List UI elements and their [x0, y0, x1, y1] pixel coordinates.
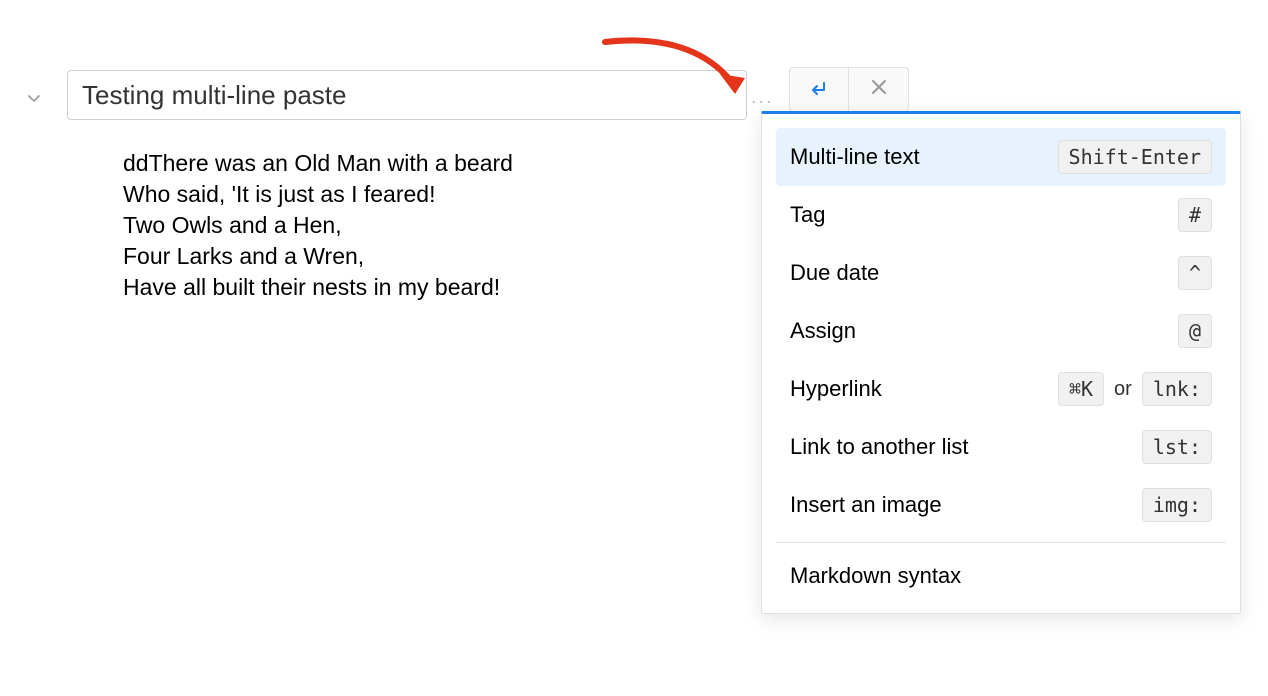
menu-label: Assign — [790, 318, 856, 344]
menu-label: Hyperlink — [790, 376, 882, 402]
menu-item-markdown-syntax[interactable]: Markdown syntax — [762, 543, 1240, 613]
menu-shortcut-group: # — [1178, 198, 1212, 232]
kbd-shortcut: lnk: — [1142, 372, 1212, 406]
menu-label: Tag — [790, 202, 825, 228]
menu-label: Due date — [790, 260, 879, 286]
more-actions-button[interactable]: ... — [751, 86, 774, 109]
menu-label: Link to another list — [790, 434, 969, 460]
kbd-shortcut: Shift-Enter — [1058, 140, 1212, 174]
menu-label: Multi-line text — [790, 144, 920, 170]
menu-shortcut-group: @ — [1178, 314, 1212, 348]
ellipsis-icon: ... — [751, 86, 774, 108]
menu-item-tag[interactable]: Tag # — [776, 186, 1226, 244]
kbd-shortcut: ^ — [1178, 256, 1212, 290]
shortcuts-list: Multi-line text Shift-Enter Tag # Due da… — [762, 114, 1240, 534]
menu-item-insert-image[interactable]: Insert an image img: — [776, 476, 1226, 534]
chevron-down-icon — [26, 90, 42, 106]
menu-shortcut-group: ^ — [1178, 256, 1212, 290]
kbd-shortcut: # — [1178, 198, 1212, 232]
or-separator: or — [1114, 378, 1132, 401]
title-input[interactable] — [82, 80, 732, 111]
menu-item-due-date[interactable]: Due date ^ — [776, 244, 1226, 302]
collapse-toggle[interactable] — [25, 89, 43, 107]
menu-label: Insert an image — [790, 492, 942, 518]
menu-shortcut-group: lst: — [1142, 430, 1212, 464]
note-body[interactable]: ddThere was an Old Man with a beard Who … — [123, 148, 513, 303]
menu-item-assign[interactable]: Assign @ — [776, 302, 1226, 360]
input-toolbar — [789, 67, 909, 112]
return-arrow-icon — [808, 79, 830, 101]
kbd-shortcut: ⌘K — [1058, 372, 1104, 406]
kbd-shortcut: img: — [1142, 488, 1212, 522]
title-input-wrap — [67, 70, 747, 120]
menu-item-hyperlink[interactable]: Hyperlink ⌘K or lnk: — [776, 360, 1226, 418]
menu-shortcut-group: img: — [1142, 488, 1212, 522]
close-icon — [870, 78, 888, 102]
menu-shortcut-group: Shift-Enter — [1058, 140, 1212, 174]
menu-item-link-to-list[interactable]: Link to another list lst: — [776, 418, 1226, 476]
multiline-toggle-button[interactable] — [789, 67, 849, 112]
shortcuts-panel: Multi-line text Shift-Enter Tag # Due da… — [761, 111, 1241, 614]
kbd-shortcut: lst: — [1142, 430, 1212, 464]
menu-shortcut-group: ⌘K or lnk: — [1058, 372, 1212, 406]
kbd-shortcut: @ — [1178, 314, 1212, 348]
close-button[interactable] — [849, 67, 909, 112]
menu-item-multiline-text[interactable]: Multi-line text Shift-Enter — [776, 128, 1226, 186]
